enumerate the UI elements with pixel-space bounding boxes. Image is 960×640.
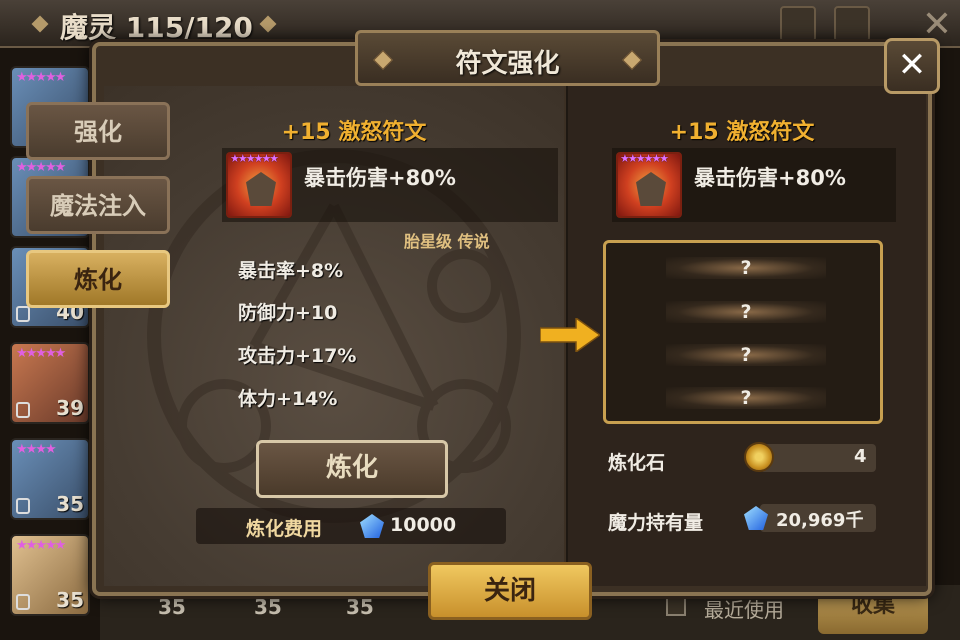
stars-icon: ★★★★★ [16, 346, 66, 361]
arrow-right-icon [540, 318, 600, 352]
current-rune-title: +15 激怒符文 [281, 120, 427, 145]
list-view-icon[interactable] [780, 6, 816, 42]
mana-held-value: 20,969千 [776, 510, 864, 531]
close-icon[interactable]: ✕ [884, 38, 940, 94]
rune-stars: ★★★★★★ [620, 152, 669, 165]
tab-refine[interactable]: 炼化 [26, 250, 170, 308]
recent-use-label: 最近使用 [704, 598, 784, 622]
diamond-icon [259, 15, 277, 33]
monster-card[interactable]: ★★★★★ 39 [10, 342, 90, 424]
current-rune-card: ★★★★★★ 暴击伤害+80% [222, 148, 558, 222]
rune-grade-label: 胎星级 传说 [404, 232, 490, 251]
monster-card[interactable]: ★★★★ 35 [10, 438, 90, 520]
result-rune-card: ★★★★★★ 暴击伤害+80% [612, 148, 896, 222]
unknown-substat: ? [666, 257, 826, 279]
refine-cost-value: 10000 [390, 514, 457, 536]
lock-icon [16, 594, 30, 610]
unknown-substat: ? [666, 301, 826, 323]
refine-cost-label: 炼化费用 [246, 518, 323, 540]
monster-level: 35 [346, 595, 374, 619]
dialog-title-plate: 符文强化 [355, 30, 660, 86]
monster-level: 35 [56, 492, 84, 516]
result-rune-main-stat: 暴击伤害+80% [694, 166, 846, 190]
substat-attack: 攻击力+17% [238, 345, 357, 367]
rage-rune-icon: ★★★★★★ [226, 152, 292, 218]
mana-held-label: 魔力持有量 [608, 512, 704, 534]
tab-magic-infusion[interactable]: 魔法注入 [26, 176, 170, 234]
substat-crit-rate: 暴击率+8% [238, 260, 344, 282]
current-rune-main-stat: 暴击伤害+80% [304, 166, 456, 190]
refine-stone-icon [744, 442, 774, 472]
rune-stars: ★★★★★★ [230, 152, 279, 165]
refine-stone-count: 4 [854, 446, 867, 467]
grid-view-icon[interactable] [834, 6, 870, 42]
recent-use-checkbox[interactable] [666, 596, 686, 616]
unknown-substat: ? [666, 387, 826, 409]
result-rune-title: +15 激怒符文 [669, 120, 815, 145]
unknown-substat: ? [666, 344, 826, 366]
tab-enhance[interactable]: 强化 [26, 102, 170, 160]
diamond-icon [31, 15, 49, 33]
stars-icon: ★★★★★ [16, 538, 66, 553]
lock-icon [16, 498, 30, 514]
mana-crystal-icon [360, 514, 384, 538]
rune-emblem-icon [246, 172, 276, 206]
lock-icon [16, 402, 30, 418]
stars-icon: ★★★★★ [16, 160, 66, 175]
refine-button[interactable]: 炼化 [256, 440, 448, 498]
monster-level: 39 [56, 396, 84, 420]
monster-card[interactable]: ★★★★★ 35 [10, 534, 90, 616]
monster-level: 35 [158, 595, 186, 619]
stars-icon: ★★★★★ [16, 70, 66, 85]
monster-level: 35 [56, 588, 84, 612]
close-button[interactable]: 关闭 [428, 562, 592, 620]
monster-count-title: 魔灵 115/120 [60, 11, 253, 44]
refine-cost-bar: 炼化费用 10000 [196, 508, 506, 544]
substat-hp: 体力+14% [238, 388, 338, 410]
lock-icon [16, 306, 30, 322]
substat-defense: 防御力+10 [238, 302, 338, 324]
refine-stone-label: 炼化石 [608, 452, 666, 474]
monster-level: 35 [254, 595, 282, 619]
rage-rune-icon: ★★★★★★ [616, 152, 682, 218]
rune-emblem-icon [636, 172, 666, 206]
dialog-title: 符文强化 [455, 49, 560, 79]
stars-icon: ★★★★ [16, 442, 57, 457]
unknown-substats-box: ? ? ? ? [603, 240, 883, 424]
